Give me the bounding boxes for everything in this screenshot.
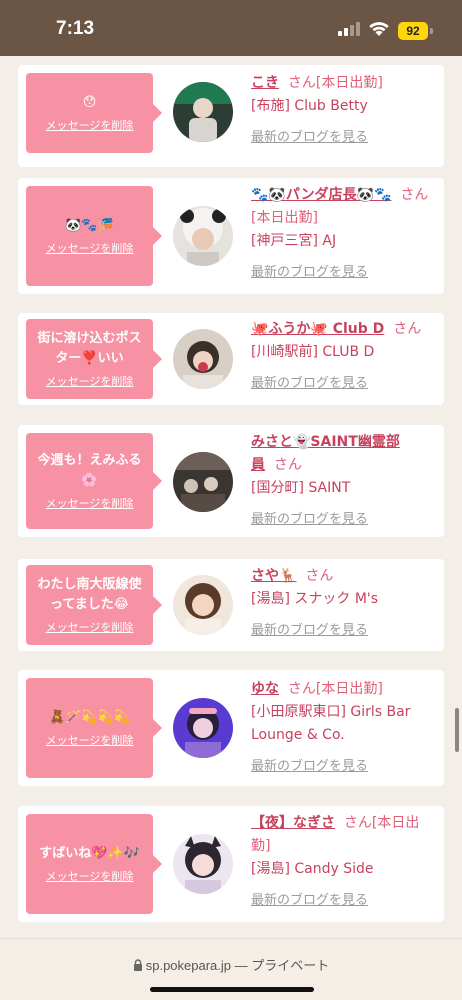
- message-card: 🐼🐾🎏 メッセージを削除 🐾🐼パンダ店長🐼🐾 さん[本日出勤] [神戸三宮] A…: [18, 178, 444, 294]
- delete-message-link[interactable]: メッセージを削除: [46, 240, 134, 256]
- cast-name-link[interactable]: 🐾🐼パンダ店長🐼🐾: [251, 187, 391, 203]
- latest-blog-link[interactable]: 最新のブログを見る: [251, 889, 436, 912]
- cast-info: みさと👻SAINT幽霊部員 さん [国分町] SAINT 最新のブログを見る: [251, 431, 436, 531]
- cast-status: さん: [393, 321, 422, 337]
- lock-icon: [133, 959, 142, 971]
- cast-name-link[interactable]: こき: [251, 75, 279, 91]
- latest-blog-link[interactable]: 最新のブログを見る: [251, 372, 436, 395]
- message-bubble: 🐼🐾🎏 メッセージを削除: [26, 186, 162, 286]
- delete-message-link[interactable]: メッセージを削除: [46, 619, 134, 635]
- delete-message-link[interactable]: メッセージを削除: [46, 117, 134, 133]
- message-text: 今週も！えみふる🌸: [37, 453, 142, 488]
- cast-status: さん[本日出勤]: [287, 75, 383, 91]
- message-text: 🐼🐾🎏: [65, 218, 114, 233]
- avatar[interactable]: [173, 82, 233, 142]
- message-bubble: すばいね💖✨🎶 メッセージを削除: [26, 814, 162, 914]
- message-bubble: 今週も！えみふる🌸 メッセージを削除: [26, 433, 162, 529]
- avatar[interactable]: [173, 698, 233, 758]
- cast-name-link[interactable]: ゆな: [251, 681, 279, 697]
- latest-blog-link[interactable]: 最新のブログを見る: [251, 126, 436, 149]
- status-bar: 7:13 92: [0, 0, 462, 56]
- avatar[interactable]: [173, 452, 233, 512]
- cast-info: 🐾🐼パンダ店長🐼🐾 さん[本日出勤] [神戸三宮] AJ 最新のブログを見る: [251, 184, 436, 284]
- delete-message-link[interactable]: メッセージを削除: [46, 732, 134, 748]
- delete-message-link[interactable]: メッセージを削除: [46, 868, 134, 884]
- cast-info: ゆな さん[本日出勤] [小田原駅東口] Girls Bar Lounge & …: [251, 678, 436, 778]
- message-card: 😯 メッセージを削除 こき さん[本日出勤] [布施] Club Betty 最…: [18, 65, 444, 167]
- status-time: 7:13: [56, 18, 95, 39]
- shop-name: [神戸三宮] AJ: [251, 233, 337, 249]
- avatar[interactable]: [173, 206, 233, 266]
- message-card: 今週も！えみふる🌸 メッセージを削除 みさと👻SAINT幽霊部員 さん [国分町…: [18, 425, 444, 537]
- message-text: わたし南大阪線使ってました😂: [37, 577, 142, 612]
- home-indicator[interactable]: [150, 987, 314, 992]
- privacy-label: — プライベート: [234, 958, 330, 973]
- shop-name: [布施] Club Betty: [251, 98, 368, 114]
- shop-name: [川崎駅前] CLUB D: [251, 344, 375, 360]
- message-card: すばいね💖✨🎶 メッセージを削除 【夜】なぎさ さん[本日出勤] [湯島] Ca…: [18, 806, 444, 922]
- message-card: 🧸🪄💫💫💫 メッセージを削除 ゆな さん[本日出勤] [小田原駅東口] Girl…: [18, 670, 444, 786]
- message-text: 🧸🪄💫💫💫: [49, 710, 130, 725]
- signal-icon: [338, 22, 360, 36]
- cast-info: こき さん[本日出勤] [布施] Club Betty 最新のブログを見る: [251, 72, 436, 149]
- message-text: 街に溶け込むポスター❣️いい: [37, 331, 142, 366]
- battery-indicator: 92: [398, 22, 428, 40]
- latest-blog-link[interactable]: 最新のブログを見る: [251, 508, 436, 531]
- cast-name-link[interactable]: 🐙ふうか🐙 Club D: [251, 321, 384, 337]
- delete-message-link[interactable]: メッセージを削除: [46, 495, 134, 511]
- cast-info: さや🦌 さん [湯島] スナック M's 最新のブログを見る: [251, 565, 436, 642]
- latest-blog-link[interactable]: 最新のブログを見る: [251, 619, 436, 642]
- cast-name-link[interactable]: さや🦌: [251, 568, 296, 584]
- message-bubble: 😯 メッセージを削除: [26, 73, 162, 153]
- message-card: わたし南大阪線使ってました😂 メッセージを削除 さや🦌 さん [湯島] スナック…: [18, 559, 444, 651]
- browser-address-bar[interactable]: sp.pokepara.jp — プライベート: [0, 938, 462, 1000]
- shop-name: [湯島] スナック M's: [251, 591, 379, 607]
- delete-message-link[interactable]: メッセージを削除: [46, 373, 134, 389]
- url-text: sp.pokepara.jp: [145, 958, 232, 973]
- wifi-icon: [369, 22, 389, 36]
- latest-blog-link[interactable]: 最新のブログを見る: [251, 261, 436, 284]
- cast-info: 【夜】なぎさ さん[本日出勤] [湯島] Candy Side 最新のブログを見…: [251, 812, 436, 912]
- message-list: 😯 メッセージを削除 こき さん[本日出勤] [布施] Club Betty 最…: [0, 56, 462, 938]
- scrollbar[interactable]: [455, 708, 459, 752]
- cast-name-link[interactable]: 【夜】なぎさ: [251, 815, 335, 831]
- shop-name: [小田原駅東口] Girls Bar Lounge & Co.: [251, 704, 411, 743]
- avatar[interactable]: [173, 329, 233, 389]
- message-bubble: 🧸🪄💫💫💫 メッセージを削除: [26, 678, 162, 778]
- cast-status: さん[本日出勤]: [287, 681, 383, 697]
- message-bubble: 街に溶け込むポスター❣️いい メッセージを削除: [26, 319, 162, 399]
- shop-name: [国分町] SAINT: [251, 480, 351, 496]
- message-text: すばいね💖✨🎶: [39, 846, 140, 861]
- avatar[interactable]: [173, 834, 233, 894]
- avatar[interactable]: [173, 575, 233, 635]
- shop-name: [湯島] Candy Side: [251, 861, 374, 877]
- message-card: 街に溶け込むポスター❣️いい メッセージを削除 🐙ふうか🐙 Club D さん …: [18, 313, 444, 405]
- cast-info: 🐙ふうか🐙 Club D さん [川崎駅前] CLUB D 最新のブログを見る: [251, 318, 436, 395]
- cast-status: さん: [273, 457, 302, 473]
- message-text: 😯: [82, 95, 97, 110]
- cast-status: さん: [305, 568, 334, 584]
- message-bubble: わたし南大阪線使ってました😂 メッセージを削除: [26, 565, 162, 645]
- battery-tip: [430, 28, 433, 34]
- url-display[interactable]: sp.pokepara.jp — プライベート: [0, 955, 462, 974]
- latest-blog-link[interactable]: 最新のブログを見る: [251, 755, 436, 778]
